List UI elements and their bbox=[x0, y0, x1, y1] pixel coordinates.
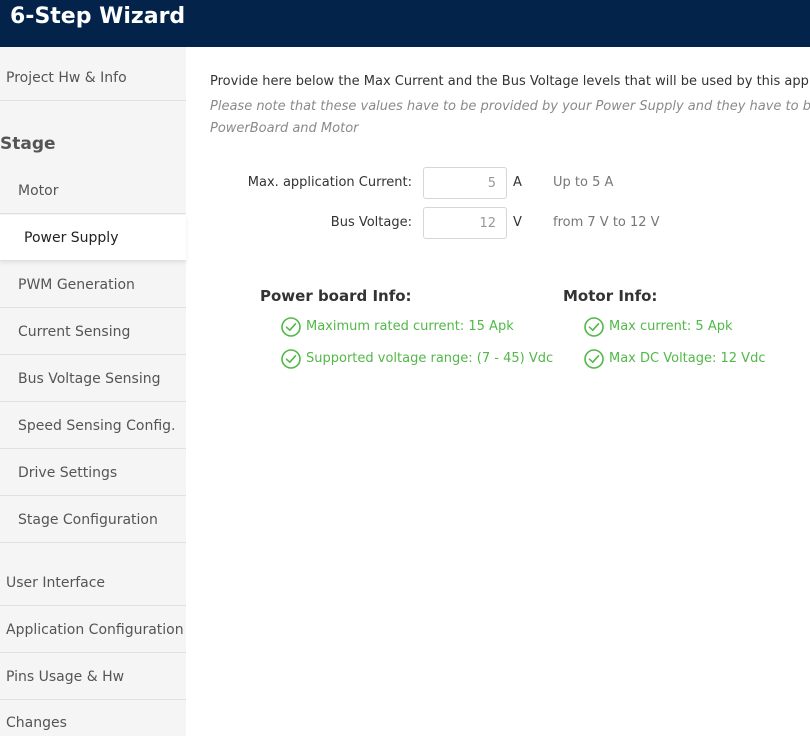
sidebar-item-motor[interactable]: Motor bbox=[0, 168, 186, 214]
note-text: Please note that these values have to be… bbox=[210, 96, 810, 140]
max-current-input[interactable] bbox=[423, 167, 507, 199]
note-line-1: Please note that these values have to be… bbox=[210, 99, 810, 114]
sidebar-item-bus-voltage-sensing[interactable]: Bus Voltage Sensing bbox=[0, 356, 186, 402]
bus-voltage-unit: V bbox=[513, 215, 522, 230]
sidebar-item-project-hw-info[interactable]: Project Hw & Info bbox=[0, 55, 186, 101]
power-board-voltage-range: Supported voltage range: (7 - 45) Vdc bbox=[306, 351, 554, 366]
note-line-2: PowerBoard and Motor bbox=[210, 121, 359, 136]
sidebar-item-pwm-generation[interactable]: PWM Generation bbox=[0, 262, 186, 308]
motor-max-current: Max current: 5 Apk bbox=[609, 319, 733, 334]
bus-voltage-label: Bus Voltage: bbox=[330, 215, 412, 230]
check-circle-icon bbox=[281, 317, 301, 337]
max-current-hint: Up to 5 A bbox=[553, 175, 614, 190]
sidebar-item-user-interface[interactable]: User Interface bbox=[0, 560, 186, 606]
motor-max-dc-voltage: Max DC Voltage: 12 Vdc bbox=[609, 351, 766, 366]
sidebar-nav: Project Hw & Info Stage Motor Power Supp… bbox=[0, 47, 186, 736]
max-current-label: Max. application Current: bbox=[247, 175, 412, 190]
max-current-row: Max. application Current: A Up to 5 A bbox=[186, 167, 810, 199]
intro-text: Provide here below the Max Current and t… bbox=[210, 74, 810, 89]
bus-voltage-row: Bus Voltage: V from 7 V to 12 V bbox=[186, 207, 810, 239]
check-circle-icon bbox=[584, 349, 604, 369]
max-current-unit: A bbox=[513, 175, 522, 190]
bus-voltage-input[interactable] bbox=[423, 207, 507, 239]
sidebar-item-pins-usage-hw-changes[interactable]: Pins Usage & Hw Changes bbox=[0, 654, 186, 731]
sidebar-item-speed-sensing-config[interactable]: Speed Sensing Config. bbox=[0, 403, 186, 449]
sidebar-item-stage-configuration[interactable]: Stage Configuration bbox=[0, 497, 186, 543]
sidebar-item-current-sensing[interactable]: Current Sensing bbox=[0, 309, 186, 355]
app-title: 6-Step Wizard bbox=[10, 4, 186, 29]
motor-info-title: Motor Info: bbox=[563, 287, 658, 305]
sidebar-item-drive-settings[interactable]: Drive Settings bbox=[0, 450, 186, 496]
main-content: Provide here below the Max Current and t… bbox=[186, 47, 810, 736]
app-header: 6-Step Wizard bbox=[0, 0, 810, 47]
check-circle-icon bbox=[584, 317, 604, 337]
bus-voltage-hint: from 7 V to 12 V bbox=[553, 215, 660, 230]
sidebar-item-power-supply[interactable]: Power Supply bbox=[0, 215, 186, 261]
check-circle-icon bbox=[281, 349, 301, 369]
power-board-rated-current: Maximum rated current: 15 Apk bbox=[306, 319, 514, 334]
sidebar-section-stage: Stage bbox=[0, 134, 56, 154]
power-board-info-title: Power board Info: bbox=[260, 287, 412, 305]
sidebar-item-application-configuration[interactable]: Application Configuration bbox=[0, 607, 186, 653]
